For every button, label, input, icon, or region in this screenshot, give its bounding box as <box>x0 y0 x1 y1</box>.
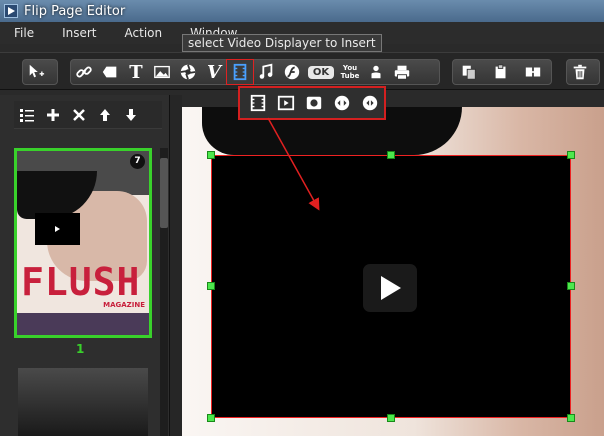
clipboard-group <box>452 59 552 85</box>
resize-handle-bottom-right[interactable] <box>567 414 575 422</box>
thumbnail-video-placeholder <box>35 213 80 245</box>
resize-handle-top-right[interactable] <box>567 151 575 159</box>
text-icon[interactable]: T <box>123 60 149 84</box>
image-icon[interactable] <box>149 60 175 84</box>
text-tool-label: T <box>129 61 143 83</box>
copy-icon[interactable] <box>453 60 485 84</box>
main-toolbar: T V OK You Tube <box>0 52 604 90</box>
pages-scrollbar[interactable] <box>160 148 168 436</box>
resize-handle-bottom[interactable] <box>387 414 395 422</box>
camera-player-icon[interactable] <box>300 91 328 115</box>
pointer-move-icon[interactable] <box>23 60 49 84</box>
shape-icon[interactable] <box>97 60 123 84</box>
replace-icon[interactable] <box>517 60 549 84</box>
resize-handle-top-left[interactable] <box>207 151 215 159</box>
menu-file[interactable]: File <box>0 26 48 40</box>
swf-icon[interactable] <box>279 60 305 84</box>
resize-handle-right[interactable] <box>567 282 575 290</box>
page-thumbnail-2[interactable] <box>18 368 148 436</box>
vimeo-label: V <box>207 61 221 83</box>
cover-title: FLUSH <box>21 260 141 304</box>
video-player-icon[interactable] <box>272 91 300 115</box>
cover-footer <box>17 313 149 335</box>
button-icon[interactable]: OK <box>305 60 337 84</box>
window-title: Flip Page Editor <box>24 3 126 19</box>
menu-action[interactable]: Action <box>111 26 177 40</box>
title-bar: Flip Page Editor <box>0 0 604 22</box>
play-icon[interactable] <box>363 264 417 312</box>
move-down-icon[interactable] <box>118 104 144 126</box>
page-thumbnail-1[interactable]: 7 FLUSH MAGAZINE <box>14 148 152 338</box>
film-icon[interactable] <box>244 91 272 115</box>
remove-icon[interactable] <box>66 104 92 126</box>
paste-icon[interactable] <box>485 60 517 84</box>
print-icon[interactable] <box>389 60 415 84</box>
youtube-icon[interactable]: You Tube <box>337 60 363 84</box>
insert-tools-group: T V OK You Tube <box>70 59 440 85</box>
resize-handle-bottom-left[interactable] <box>207 414 215 422</box>
move-up-icon[interactable] <box>92 104 118 126</box>
round-player-icon[interactable] <box>356 91 384 115</box>
page-number-label: 1 <box>76 342 85 356</box>
add-icon[interactable] <box>40 104 66 126</box>
menu-insert[interactable]: Insert <box>48 26 110 40</box>
pages-scrollbar-thumb[interactable] <box>160 158 168 228</box>
pages-toolbar <box>14 101 162 129</box>
video-displayer-popup <box>238 86 386 120</box>
link-icon[interactable] <box>71 60 97 84</box>
resize-handle-top[interactable] <box>387 151 395 159</box>
thumbnail-badge: 7 <box>130 154 145 169</box>
delete-group <box>566 59 600 85</box>
cover-subtitle: MAGAZINE <box>103 301 145 309</box>
video-icon[interactable] <box>226 59 254 85</box>
music-icon[interactable] <box>253 60 279 84</box>
printer-user-icon[interactable] <box>363 60 389 84</box>
resize-handle-left[interactable] <box>207 282 215 290</box>
app-icon <box>4 4 18 18</box>
eye-player-icon[interactable] <box>328 91 356 115</box>
trash-icon[interactable] <box>567 60 593 84</box>
tooltip: select Video Displayer to Insert <box>182 34 382 52</box>
ok-button-label: OK <box>307 65 335 79</box>
youtube-label: You Tube <box>340 64 360 80</box>
vimeo-icon[interactable]: V <box>201 60 227 84</box>
list-icon[interactable] <box>14 104 40 126</box>
panel-divider[interactable] <box>170 95 182 436</box>
select-tool-group <box>22 59 58 85</box>
flash-icon[interactable] <box>175 60 201 84</box>
